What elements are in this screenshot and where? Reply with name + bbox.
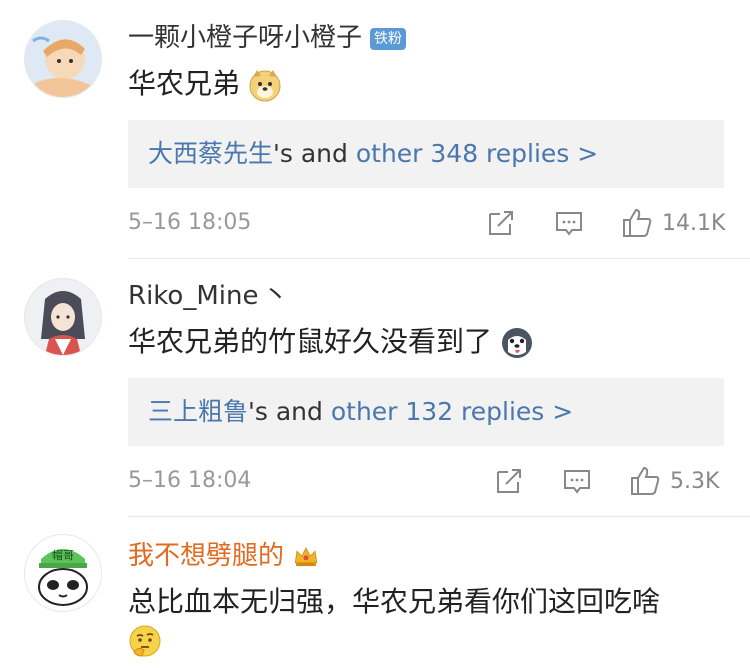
comment-button[interactable] xyxy=(552,206,586,240)
username[interactable]: Riko_Mine 丶 xyxy=(128,280,288,312)
avatar-text: 帽哥 xyxy=(52,549,74,562)
username-text[interactable]: 一颗小橙子呀小橙子 xyxy=(128,23,362,53)
avatar-image: 帽哥 xyxy=(25,535,101,611)
reply-first-user[interactable]: 大西蔡先生 xyxy=(148,139,273,168)
username[interactable]: 一颗小橙子呀小橙子 铁粉 xyxy=(128,22,407,54)
like-count: 14.1K xyxy=(662,210,726,236)
like-button[interactable]: 5.3K xyxy=(628,464,719,498)
reply-summary[interactable]: 大西蔡先生's and other 348 replies > xyxy=(128,120,724,188)
comment-button[interactable] xyxy=(560,464,594,498)
reply-first-user[interactable]: 三上粗鲁 xyxy=(148,397,248,426)
timestamp: 5–16 18:04 xyxy=(128,468,252,493)
reply-summary-text[interactable]: 大西蔡先生's and other 348 replies > xyxy=(148,136,598,172)
comment-meta: 5–16 18:04 5.3K xyxy=(128,462,724,502)
thumbs-up-icon xyxy=(623,208,652,237)
timestamp: 5–16 18:05 xyxy=(128,210,252,235)
comment-text: 华农兄弟 xyxy=(128,64,282,104)
comment-emoji-line xyxy=(128,620,162,660)
thinking-emoji-icon xyxy=(129,625,161,657)
comment-item: 帽哥 我不想劈腿的 总比血本无归强，华农兄弟看你们这回吃啥 xyxy=(0,516,750,668)
reply-connector: 's and xyxy=(248,397,331,426)
doge-emoji-icon xyxy=(249,70,281,102)
comment-item: Riko_Mine 丶 华农兄弟的竹鼠好久没看到了 三上粗鲁's and othe… xyxy=(0,258,750,516)
avatar[interactable]: 帽哥 xyxy=(24,534,102,612)
share-icon xyxy=(489,211,513,235)
more-replies-link[interactable]: other 132 replies > xyxy=(331,397,573,426)
comment-meta: 5–16 18:05 14.1K xyxy=(128,204,725,244)
comment-text-content: 华农兄弟的竹鼠好久没看到了 xyxy=(128,325,493,358)
username-text[interactable]: 我不想劈腿的 xyxy=(128,541,284,571)
comment-item: 一颗小橙子呀小橙子 铁粉 华农兄弟 大西蔡先生's and other 348 r… xyxy=(0,0,750,258)
comment-icon xyxy=(556,212,582,236)
username-text[interactable]: Riko_Mine xyxy=(128,281,258,311)
reply-summary-text[interactable]: 三上粗鲁's and other 132 replies > xyxy=(148,394,573,430)
avatar-image xyxy=(25,21,101,97)
share-button[interactable] xyxy=(484,206,518,240)
share-button[interactable] xyxy=(492,464,526,498)
reply-connector: 's and xyxy=(273,139,356,168)
avatar[interactable] xyxy=(24,20,102,98)
comment-icon xyxy=(564,470,590,494)
comment-text: 总比血本无归强，华农兄弟看你们这回吃啥 xyxy=(128,582,660,622)
comment-text-content: 华农兄弟 xyxy=(128,67,241,100)
comment-text: 华农兄弟的竹鼠好久没看到了 xyxy=(128,322,534,362)
more-replies-link[interactable]: other 348 replies > xyxy=(356,139,598,168)
fan-badge: 铁粉 xyxy=(370,27,407,50)
crown-icon xyxy=(294,546,318,566)
username-suffix: 丶 xyxy=(262,281,289,311)
avatar[interactable] xyxy=(24,278,102,356)
comment-text-content: 总比血本无归强，华农兄弟看你们这回吃啥 xyxy=(128,585,661,618)
share-icon xyxy=(497,469,521,493)
reply-summary[interactable]: 三上粗鲁's and other 132 replies > xyxy=(128,378,724,446)
avatar-image xyxy=(25,279,101,355)
username[interactable]: 我不想劈腿的 xyxy=(128,540,320,572)
thumbs-up-icon xyxy=(631,466,660,495)
husky-emoji-icon xyxy=(502,328,533,358)
like-count: 5.3K xyxy=(670,468,720,494)
like-button[interactable]: 14.1K xyxy=(620,206,725,240)
